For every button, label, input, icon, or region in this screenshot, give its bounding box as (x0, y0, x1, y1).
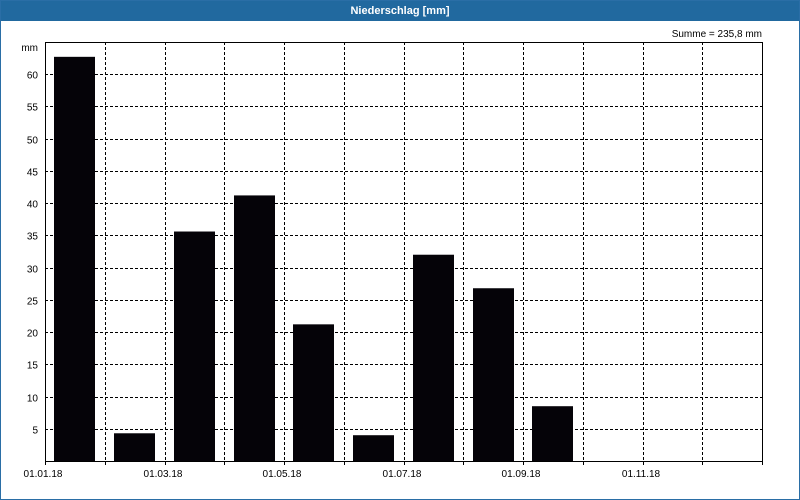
bar-3 (174, 231, 215, 461)
chart-window: Niederschlag [mm] 5 10 15 20 25 30 35 40 45 50 55 6… (0, 0, 800, 500)
y-tick-label: 20 (27, 329, 39, 340)
bars (54, 56, 573, 462)
y-tick-label: 15 (27, 361, 39, 372)
y-tick-label: 55 (27, 103, 39, 114)
bar-2 (114, 433, 155, 461)
x-tick-label: 01.07.18 (383, 469, 422, 480)
y-tick-label: 45 (27, 168, 39, 179)
x-tick-label: 01.05.18 (263, 469, 302, 480)
x-tick-label: 01.11.18 (622, 469, 661, 480)
y-tick-label: 25 (27, 297, 39, 308)
bar-9 (532, 406, 573, 461)
bar-6 (353, 435, 394, 461)
y-tick-label: 30 (27, 265, 39, 276)
bar-5 (293, 324, 334, 461)
y-axis-unit: mm (21, 43, 38, 54)
y-tick-labels: 5 10 15 20 25 30 35 40 45 50 55 60 (27, 71, 39, 437)
y-tick-label: 40 (27, 200, 39, 211)
y-tick-label: 5 (32, 426, 38, 437)
bar-1 (54, 56, 95, 462)
x-tick-label: 01.09.18 (502, 469, 541, 480)
bar-4 (234, 195, 275, 461)
y-tick-label: 60 (27, 71, 39, 82)
precipitation-chart: 5 10 15 20 25 30 35 40 45 50 55 60 01.01.18 01.03.18… (21, 29, 763, 480)
x-tick-label: 01.03.18 (144, 469, 183, 480)
x-tick-labels: 01.01.18 01.03.18 01.05.18 01.07.18 01.09.18… (24, 461, 763, 480)
bar-8 (473, 288, 514, 461)
y-tick-label: 35 (27, 232, 39, 243)
window-title: Niederschlag [mm] (1, 1, 799, 21)
bar-7 (413, 254, 454, 461)
y-tick-label: 10 (27, 394, 39, 405)
y-tick-label: 50 (27, 136, 39, 147)
grid-lines (45, 42, 762, 461)
x-tick-label: 01.01.18 (24, 469, 63, 480)
sum-annotation: Summe = 235,8 mm (672, 29, 762, 40)
